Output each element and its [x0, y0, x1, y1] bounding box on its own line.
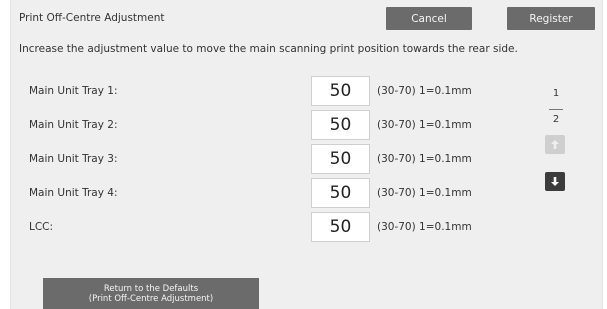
- setting-row-lcc: LCC: 50 (30-70) 1=0.1mm: [11, 212, 491, 242]
- tray-1-value-field[interactable]: 50: [311, 76, 370, 106]
- lcc-value-field[interactable]: 50: [311, 212, 370, 242]
- page-up-button[interactable]: [545, 135, 565, 154]
- setting-row-tray-1: Main Unit Tray 1: 50 (30-70) 1=0.1mm: [11, 76, 491, 106]
- setting-row-tray-4: Main Unit Tray 4: 50 (30-70) 1=0.1mm: [11, 178, 491, 208]
- instruction-text: Increase the adjustment value to move th…: [19, 43, 518, 55]
- tray-3-label: Main Unit Tray 3:: [29, 153, 118, 165]
- cancel-button[interactable]: Cancel: [386, 7, 472, 30]
- page-title: Print Off-Centre Adjustment: [19, 12, 165, 24]
- page-total: 2: [552, 114, 560, 125]
- tray-4-range-text: (30-70) 1=0.1mm: [377, 187, 472, 199]
- tray-2-range-text: (30-70) 1=0.1mm: [377, 119, 472, 131]
- register-button[interactable]: Register: [507, 7, 595, 30]
- tray-3-value-field[interactable]: 50: [311, 144, 370, 174]
- defaults-button-line1: Return to the Defaults: [103, 283, 199, 294]
- setting-row-tray-2: Main Unit Tray 2: 50 (30-70) 1=0.1mm: [11, 110, 491, 140]
- lcc-range-text: (30-70) 1=0.1mm: [377, 221, 472, 233]
- page-current: 1: [552, 88, 560, 99]
- tray-3-range-text: (30-70) 1=0.1mm: [377, 153, 472, 165]
- tray-1-range-text: (30-70) 1=0.1mm: [377, 85, 472, 97]
- tray-4-value-field[interactable]: 50: [311, 178, 370, 208]
- tray-2-value-field[interactable]: 50: [311, 110, 370, 140]
- arrow-down-icon: [551, 177, 559, 186]
- arrow-up-icon: [551, 140, 559, 149]
- page-down-button[interactable]: [545, 172, 565, 191]
- setting-row-tray-3: Main Unit Tray 3: 50 (30-70) 1=0.1mm: [11, 144, 491, 174]
- page-divider: [549, 109, 563, 110]
- defaults-button-line2: (Print Off-Centre Adjustment): [88, 293, 214, 304]
- tray-4-label: Main Unit Tray 4:: [29, 187, 118, 199]
- tray-1-label: Main Unit Tray 1:: [29, 85, 118, 97]
- lcc-label: LCC:: [29, 221, 54, 233]
- tray-2-label: Main Unit Tray 2:: [29, 119, 118, 131]
- return-to-defaults-button[interactable]: Return to the Defaults (Print Off-Centre…: [43, 278, 259, 309]
- settings-panel: Print Off-Centre Adjustment Cancel Regis…: [10, 0, 603, 309]
